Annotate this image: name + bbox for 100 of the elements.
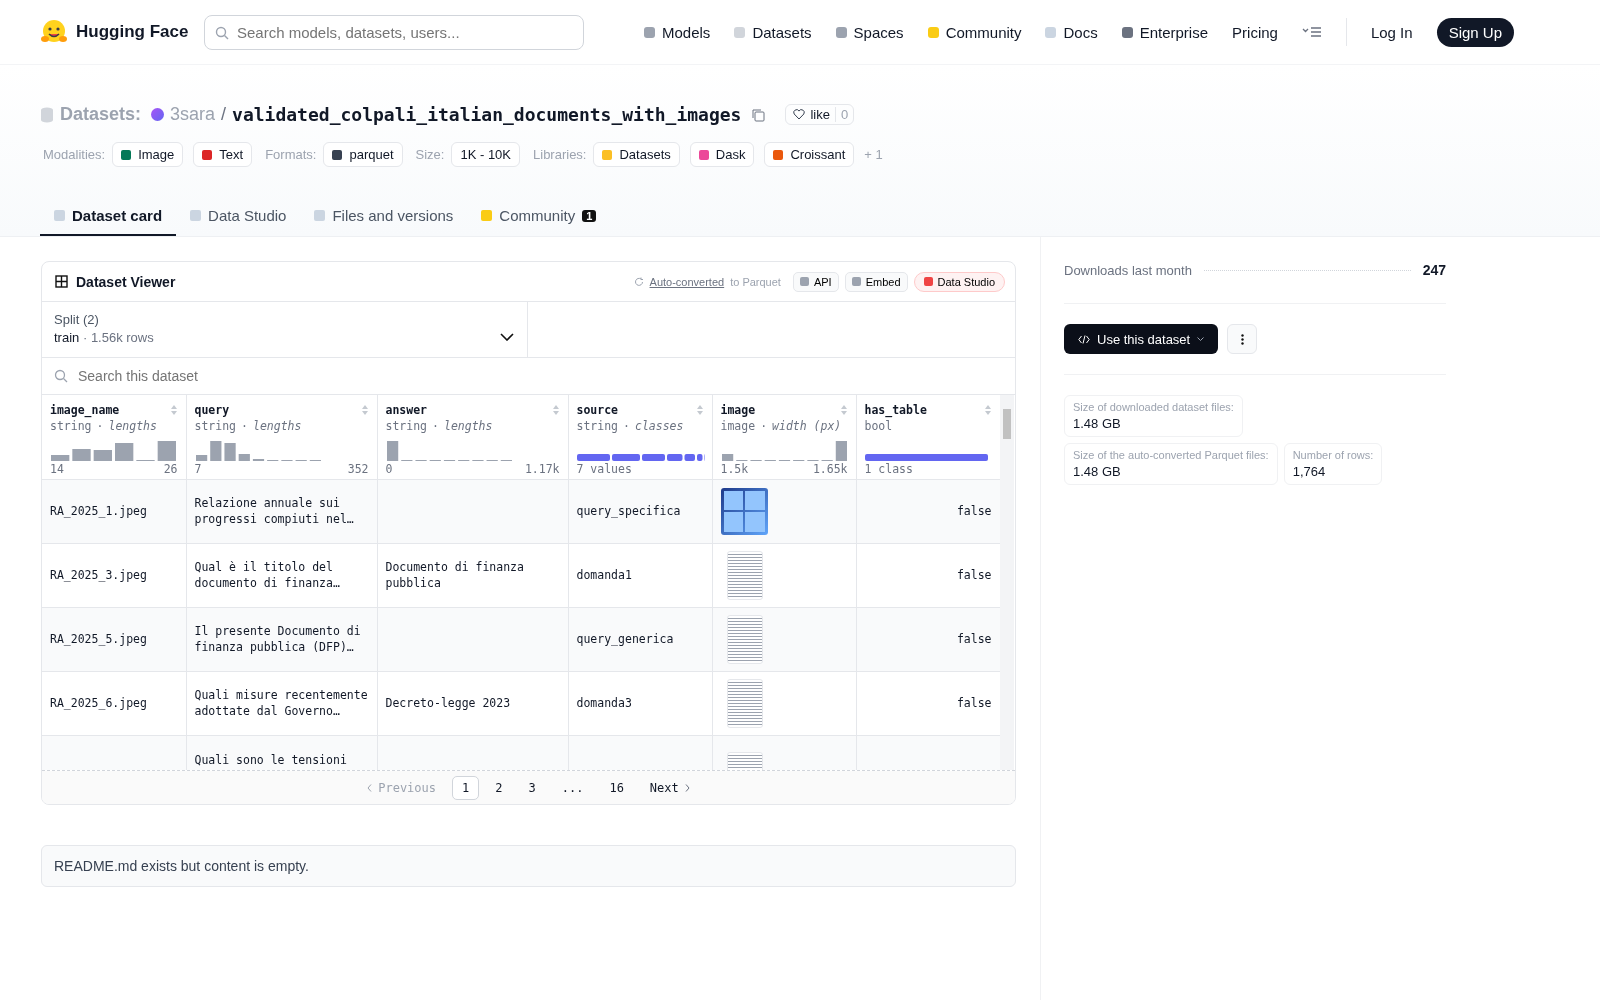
menu-icon[interactable]	[1301, 25, 1322, 39]
sort-icon[interactable]	[983, 404, 992, 416]
search-field[interactable]: Search models, datasets, users...	[204, 14, 584, 50]
tag-icon	[202, 149, 213, 160]
column-stat: lengths	[108, 419, 157, 433]
document-thumbnail[interactable]	[720, 487, 768, 535]
tag-chip[interactable]: Dask	[689, 142, 755, 167]
table-cell: RA_2025_5.jpeg	[50, 632, 147, 646]
document-thumbnail[interactable]	[726, 614, 763, 664]
table-cell: query_specifica	[576, 504, 681, 518]
next-page-link[interactable]: Next	[649, 780, 679, 795]
viewer-button[interactable]: Embed	[844, 271, 908, 292]
nav-link[interactable]: Models	[644, 23, 711, 41]
tab[interactable]: Files and versions	[300, 207, 468, 236]
sort-icon[interactable]	[360, 404, 369, 416]
table-cell: RA_2025_1.jpeg	[50, 504, 147, 518]
page-link[interactable]: 16	[599, 775, 634, 800]
sort-icon[interactable]	[551, 404, 560, 416]
tag-icon	[332, 149, 343, 160]
nav-link[interactable]: Spaces	[835, 23, 904, 41]
nav-icon	[644, 26, 655, 38]
sort-icon[interactable]	[169, 404, 178, 416]
chevron-down-icon	[500, 333, 514, 341]
chevron-right-icon	[684, 783, 690, 792]
viewer-button[interactable]: API	[792, 271, 839, 292]
nav-link[interactable]: Pricing	[1232, 23, 1278, 41]
table-cell: query_generica	[576, 632, 674, 646]
search-icon	[215, 25, 229, 40]
tab-icon	[481, 210, 493, 221]
tab-icon	[314, 210, 326, 221]
table-cell: Quali misure recentemente adottate dal Governo…	[194, 687, 369, 719]
tab[interactable]: Data Studio	[176, 207, 301, 236]
nav-link[interactable]: Community	[927, 23, 1022, 41]
caret-icon	[1197, 337, 1205, 341]
tag-chip[interactable]: 1K - 10K	[451, 142, 520, 167]
copy-icon[interactable]	[751, 107, 766, 122]
nav-link[interactable]: Datasets	[734, 23, 812, 41]
viewer-button[interactable]: Data Studio	[913, 271, 1005, 292]
type-separator: ·	[241, 419, 248, 433]
nav-icon	[927, 26, 939, 38]
heart-icon	[793, 109, 806, 120]
tab[interactable]: Dataset card	[40, 207, 177, 236]
table-cell: false	[956, 568, 992, 582]
stat-value: 1,764	[1292, 464, 1327, 479]
type-separator: ·	[432, 419, 439, 433]
tag-group-label: Libraries:	[533, 147, 587, 162]
signup-button[interactable]: Sign Up	[1436, 17, 1514, 47]
viewer-title: Dataset Viewer	[76, 273, 176, 290]
tab[interactable]: Community 1	[467, 207, 611, 236]
login-link[interactable]: Log In	[1370, 23, 1413, 41]
stat-label: Size of the auto-converted Parquet files:	[1073, 449, 1269, 461]
downloads-label: Downloads last month	[1064, 262, 1192, 278]
tag-chip[interactable]: Text	[193, 142, 253, 167]
use-dataset-button[interactable]: Use this dataset	[1064, 324, 1219, 354]
column-type: bool	[864, 419, 893, 433]
tag-group-label: Formats:	[265, 147, 317, 162]
document-thumbnail[interactable]	[726, 550, 763, 600]
column-type: string	[576, 419, 619, 433]
page-link[interactable]: 1	[452, 775, 480, 800]
count-badge: 1	[582, 209, 597, 222]
downloads-count: 247	[1422, 262, 1446, 278]
scrollbar[interactable]	[1000, 395, 1014, 770]
split-select[interactable]: Split (2) train · 1.56k rows	[42, 302, 528, 357]
column-header[interactable]: image image · width (px) 1.5k 1.65k	[712, 395, 856, 479]
column-header[interactable]: image_name string · lengths 14 26	[42, 395, 186, 479]
sort-icon[interactable]	[695, 404, 704, 416]
column-header[interactable]: has_table bool 1 class	[856, 395, 1000, 479]
tag-chip[interactable]: Croissant	[764, 142, 855, 167]
page-link[interactable]: 3	[518, 775, 546, 800]
document-thumbnail[interactable]	[726, 678, 763, 728]
column-header[interactable]: source string · classes 7 values	[568, 395, 712, 479]
path-separator: /	[221, 104, 227, 125]
page-link[interactable]: 2	[485, 775, 513, 800]
column-header[interactable]: answer string · lengths 0 1.17k	[377, 395, 568, 479]
search-icon	[54, 369, 68, 383]
nav-link[interactable]: Enterprise	[1121, 23, 1209, 41]
tag-chip[interactable]: parquet	[323, 142, 403, 167]
tag-chip[interactable]: Image	[112, 142, 184, 167]
column-stat: classes	[635, 419, 684, 433]
auto-converted-link[interactable]: Auto-converted	[649, 275, 725, 288]
column-type: image	[720, 419, 756, 433]
page-link[interactable]: ...	[551, 775, 594, 800]
stat-label: Number of rows:	[1292, 449, 1374, 461]
dataset-name[interactable]: validated_colpali_italian_documents_with_images	[232, 104, 742, 125]
refresh-icon	[633, 276, 644, 287]
sort-icon[interactable]	[839, 404, 848, 416]
tag-chip[interactable]: Datasets	[593, 142, 680, 167]
column-header[interactable]: query string · lengths 7 352	[186, 395, 377, 479]
tag-icon	[121, 149, 132, 160]
table-cell: false	[956, 504, 992, 518]
table-cell-text: Relazione annuale sui progressi compiuti nel…	[194, 495, 355, 527]
like-button[interactable]: like 0	[785, 104, 855, 125]
table-cell: false	[956, 696, 992, 710]
brand-name[interactable]: Hugging Face	[76, 22, 189, 42]
table-cell: domanda3	[576, 696, 632, 710]
type-separator: ·	[623, 419, 630, 433]
more-options-button[interactable]	[1227, 324, 1258, 354]
nav-link[interactable]: Docs	[1045, 23, 1098, 41]
tab-icon	[54, 210, 65, 221]
dataset-search-field[interactable]: Search this dataset	[42, 358, 1015, 394]
